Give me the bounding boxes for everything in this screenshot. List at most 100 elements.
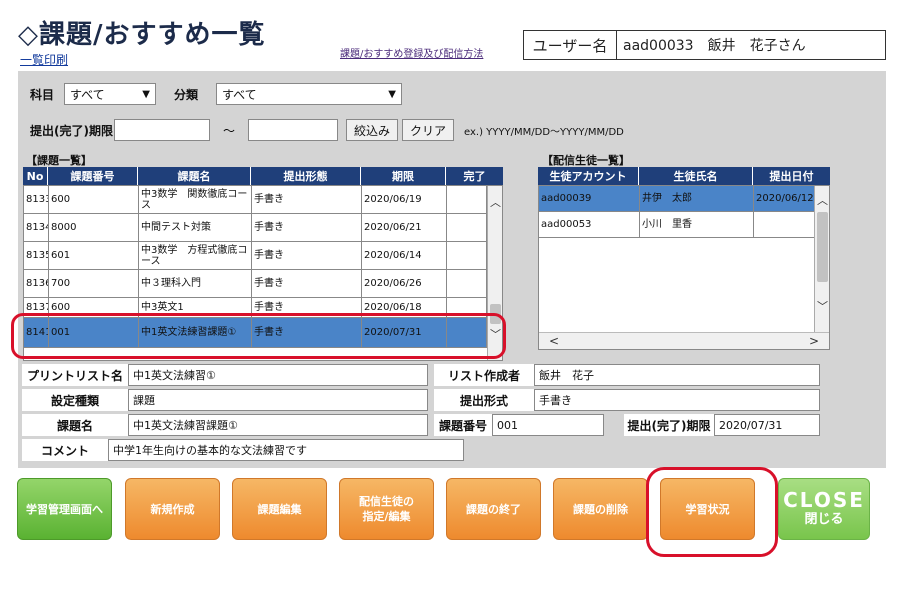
edit-task-button[interactable]: 課題編集 — [232, 478, 327, 540]
deadline-from-input[interactable] — [114, 119, 210, 141]
cell-complete — [447, 242, 487, 269]
col-task-number: 課題番号 — [48, 167, 138, 185]
chevron-left-icon[interactable]: < — [549, 334, 559, 348]
student-hscrollbar[interactable]: < > — [539, 332, 829, 349]
submit-format-value: 手書き — [534, 389, 820, 411]
close-button[interactable]: CLOSE 閉じる — [778, 478, 870, 540]
task-name-label: 課題名 — [22, 414, 128, 436]
range-separator: ～ — [222, 123, 235, 138]
chevron-right-icon[interactable]: > — [809, 334, 819, 348]
cell-task-name: 中3数学 方程式徹底コース — [139, 242, 252, 269]
detail-row-task-number: 課題番号 001 — [434, 414, 604, 436]
cell-task-number: 700 — [49, 270, 139, 297]
chevron-down-icon[interactable]: ﹀ — [488, 326, 502, 342]
main-panel: 科目 すべて ▼ 分類 すべて ▼ 提出(完了)期限 ～ 絞込み クリア ex.… — [18, 71, 886, 468]
table-row[interactable]: aad00053 小川 里香 — [539, 212, 815, 238]
close-label-en: CLOSE — [783, 488, 865, 512]
cell-complete — [447, 270, 487, 297]
detail-row-deadline: 提出(完了)期限 2020/07/31 — [624, 414, 820, 436]
print-list-link[interactable]: 一覧印刷 — [20, 51, 68, 68]
table-row[interactable]: 8134 8000 中間テスト対策 手書き 2020/06/21 — [24, 214, 487, 242]
clear-button[interactable]: クリア — [402, 119, 455, 141]
assignment-list-label: 【課題一覧】 — [26, 154, 92, 167]
student-scrollbar[interactable]: ︿ ﹀ — [814, 186, 829, 332]
new-button[interactable]: 新規作成 — [125, 478, 220, 540]
print-list-value: 中1英文法練習① — [128, 364, 428, 386]
submit-format-label: 提出形式 — [434, 389, 534, 411]
page-title: ◇課題/おすすめ一覧 — [18, 20, 266, 50]
scrollbar-thumb[interactable] — [817, 212, 828, 282]
date-format-note: ex.) YYYY/MM/DD～YYYY/MM/DD — [464, 126, 624, 138]
cell-no: 8133 — [24, 186, 49, 213]
chevron-up-icon[interactable]: ︿ — [815, 192, 829, 208]
subject-select[interactable]: すべて ▼ — [64, 83, 156, 105]
cell-submit-type: 手書き — [252, 318, 362, 347]
cell-deadline: 2020/06/26 — [362, 270, 447, 297]
user-info-box: ユーザー名 aad00033 飯井 花子さん — [523, 30, 886, 60]
cell-account: aad00053 — [539, 212, 640, 237]
table-row[interactable]: 8136 700 中３理科入門 手書き 2020/06/26 — [24, 270, 487, 298]
cell-task-name: 中3数学 関数徹底コース — [139, 186, 252, 213]
cell-student-name: 井伊 太郎 — [640, 186, 754, 211]
user-name-label: ユーザー名 — [524, 31, 617, 59]
print-list-label: プリントリスト名 — [22, 364, 128, 386]
chevron-down-icon: ▼ — [388, 88, 396, 100]
cell-task-name: 中３理科入門 — [139, 270, 252, 297]
cell-submit-date: 2020/06/12 — [754, 186, 815, 211]
cell-task-number: 001 — [49, 318, 139, 347]
deadline-label: 提出(完了)期限 — [624, 414, 714, 436]
filter-button[interactable]: 絞込み — [346, 119, 399, 141]
filter-row-subject: 科目 すべて ▼ 分類 すべて ▼ — [26, 83, 402, 105]
table-row-selected[interactable]: aad00039 井伊 太郎 2020/06/12 — [539, 186, 815, 212]
assignment-table-header: No 課題番号 課題名 提出形態 期限 完了 — [23, 167, 503, 185]
scrollbar-thumb[interactable] — [490, 304, 501, 324]
subject-label: 科目 — [30, 87, 55, 102]
close-label-ja: 閉じる — [804, 512, 844, 527]
cell-task-name: 中1英文法練習課題① — [139, 318, 252, 347]
col-student-account: 生徒アカウント — [538, 167, 639, 185]
filter-row-deadline: 提出(完了)期限 ～ 絞込み クリア ex.) YYYY/MM/DD～YYYY/… — [26, 119, 624, 141]
deadline-to-input[interactable] — [248, 119, 338, 141]
task-name-value: 中1英文法練習課題① — [128, 414, 428, 436]
detail-row-creator: リスト作成者 飯井 花子 — [434, 364, 820, 386]
delete-task-button[interactable]: 課題の削除 — [553, 478, 648, 540]
task-number-value: 001 — [492, 414, 604, 436]
col-student-name: 生徒氏名 — [639, 167, 753, 185]
table-row[interactable]: 8135 601 中3数学 方程式徹底コース 手書き 2020/06/14 — [24, 242, 487, 270]
cell-task-number: 601 — [49, 242, 139, 269]
cell-complete — [447, 298, 487, 317]
study-status-button[interactable]: 学習状況 — [660, 478, 755, 540]
detail-row-setting-type: 設定種類 課題 — [22, 389, 428, 411]
chevron-up-icon[interactable]: ︿ — [488, 194, 502, 210]
cell-submit-type: 手書き — [252, 186, 362, 213]
col-deadline: 期限 — [361, 167, 446, 185]
cell-task-number: 600 — [49, 186, 139, 213]
cell-task-name: 中間テスト対策 — [139, 214, 252, 241]
assignment-scrollbar[interactable]: ︿ ﹀ — [487, 186, 502, 360]
cell-student-name: 小川 里香 — [640, 212, 754, 237]
cell-no: 8135 — [24, 242, 49, 269]
creator-value: 飯井 花子 — [534, 364, 820, 386]
cell-task-name: 中3英文1 — [139, 298, 252, 317]
deadline-filter-label: 提出(完了)期限 — [30, 123, 113, 138]
student-table-header: 生徒アカウント 生徒氏名 提出日付 — [538, 167, 830, 185]
cell-submit-type: 手書き — [252, 270, 362, 297]
assign-students-button[interactable]: 配信生徒の 指定/編集 — [339, 478, 434, 540]
table-row-selected[interactable]: 8141 001 中1英文法練習課題① 手書き 2020/07/31 — [24, 318, 487, 348]
finish-task-button[interactable]: 課題の終了 — [446, 478, 541, 540]
cell-submit-type: 手書き — [252, 214, 362, 241]
setting-type-value: 課題 — [128, 389, 428, 411]
category-label: 分類 — [173, 87, 198, 102]
cell-no: 8136 — [24, 270, 49, 297]
cell-complete — [447, 214, 487, 241]
table-row[interactable]: 8137 600 中3英文1 手書き 2020/06/18 — [24, 298, 487, 318]
category-select[interactable]: すべて ▼ — [216, 83, 402, 105]
chevron-down-icon[interactable]: ﹀ — [815, 298, 829, 314]
table-row[interactable]: 8133 600 中3数学 関数徹底コース 手書き 2020/06/19 — [24, 186, 487, 214]
cell-submit-type: 手書き — [252, 242, 362, 269]
col-submit-date: 提出日付 — [769, 170, 814, 183]
user-name-value: aad00033 飯井 花子さん — [623, 38, 806, 54]
registration-method-link[interactable]: 課題/おすすめ登録及び配信方法 — [340, 45, 483, 60]
admin-screen-button[interactable]: 学習管理画面へ — [17, 478, 112, 540]
task-number-label: 課題番号 — [434, 414, 492, 436]
